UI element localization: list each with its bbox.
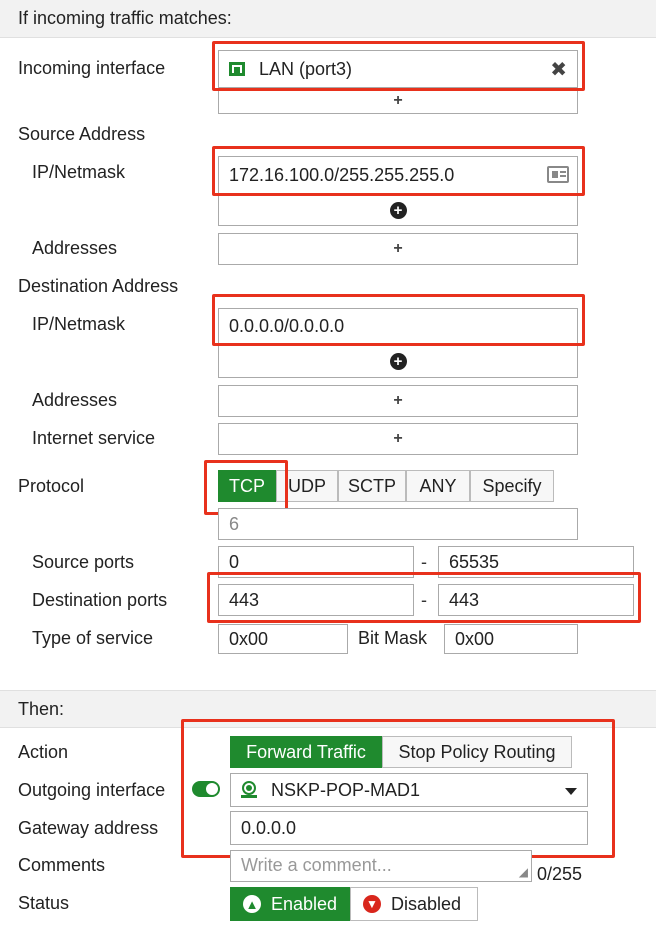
- tunnel-user-icon: [241, 781, 257, 799]
- action-stop-policy-routing[interactable]: Stop Policy Routing: [382, 736, 572, 768]
- arrow-down-circle-icon: ▼: [363, 895, 381, 913]
- protocol-number-input[interactable]: 6: [218, 508, 578, 540]
- bit-mask-input[interactable]: 0x00: [444, 624, 578, 654]
- then-section-title: Then:: [18, 698, 65, 719]
- plus-circle-icon: +: [389, 352, 407, 370]
- destination-addresses-label: Addresses: [32, 390, 118, 410]
- action-forward-traffic[interactable]: Forward Traffic: [230, 736, 382, 768]
- bit-mask-label: Bit Mask: [358, 628, 428, 648]
- address-card-icon[interactable]: [547, 166, 569, 183]
- protocol-label: Protocol: [18, 476, 85, 496]
- comments-textarea[interactable]: Write a comment... ◢: [230, 850, 532, 882]
- source-ipnetmask-label: IP/Netmask: [32, 162, 126, 182]
- destination-address-heading: Destination Address: [18, 276, 179, 296]
- destination-ipnetmask-add-button[interactable]: +: [218, 344, 578, 378]
- source-ports-separator: -: [421, 552, 427, 572]
- outgoing-interface-toggle[interactable]: [192, 781, 220, 797]
- protocol-option-specify[interactable]: Specify: [470, 470, 554, 502]
- status-enabled-button[interactable]: ▲ Enabled: [230, 887, 350, 921]
- comments-counter: 0/255: [537, 864, 583, 884]
- source-ports-label: Source ports: [32, 552, 135, 572]
- source-ipnetmask-add-button[interactable]: +: [218, 194, 578, 226]
- close-icon[interactable]: ✖: [550, 57, 567, 82]
- destination-port-from-input[interactable]: 443: [218, 584, 414, 616]
- protocol-option-sctp[interactable]: SCTP: [338, 470, 406, 502]
- source-addresses-label: Addresses: [32, 238, 118, 258]
- source-port-from-input[interactable]: 0: [218, 546, 414, 578]
- source-ipnetmask-input[interactable]: 172.16.100.0/255.255.255.0: [218, 156, 578, 194]
- incoming-interface-value: LAN (port3): [259, 58, 353, 79]
- destination-ipnetmask-label: IP/Netmask: [32, 314, 126, 334]
- protocol-option-udp[interactable]: UDP: [276, 470, 338, 502]
- type-of-service-label: Type of service: [32, 628, 154, 648]
- arrow-up-circle-icon: ▲: [243, 895, 261, 913]
- destination-ports-label: Destination ports: [32, 590, 168, 610]
- match-section-title: If incoming traffic matches:: [18, 8, 232, 28]
- then-section-header: Then:: [0, 690, 656, 728]
- outgoing-interface-label: Outgoing interface: [18, 780, 166, 800]
- protocol-option-any[interactable]: ANY: [406, 470, 470, 502]
- gateway-address-label: Gateway address: [18, 818, 159, 838]
- destination-addresses-add-button[interactable]: +: [218, 385, 578, 417]
- internet-service-add-button[interactable]: +: [218, 423, 578, 455]
- destination-port-to-input[interactable]: 443: [438, 584, 634, 616]
- comments-label: Comments: [18, 855, 106, 875]
- chevron-down-icon[interactable]: [565, 788, 577, 795]
- action-label: Action: [18, 742, 69, 762]
- outgoing-interface-select[interactable]: NSKP-POP-MAD1: [230, 773, 588, 807]
- destination-ipnetmask-value: 0.0.0.0/0.0.0.0: [229, 315, 345, 336]
- plus-circle-icon: +: [389, 201, 407, 219]
- gateway-address-input[interactable]: 0.0.0.0: [230, 811, 588, 845]
- protocol-option-tcp[interactable]: TCP: [218, 470, 276, 502]
- incoming-interface-label: Incoming interface: [18, 58, 166, 78]
- source-addresses-add-button[interactable]: +: [218, 233, 578, 265]
- resize-handle-icon[interactable]: ◢: [519, 865, 528, 879]
- destination-ports-separator: -: [421, 590, 427, 610]
- source-ipnetmask-value: 172.16.100.0/255.255.255.0: [229, 164, 455, 185]
- incoming-interface-add-button[interactable]: +: [218, 88, 578, 114]
- source-address-heading: Source Address: [18, 124, 146, 144]
- match-section-header: If incoming traffic matches:: [0, 0, 656, 38]
- incoming-interface-field[interactable]: LAN (port3) ✖: [218, 50, 578, 88]
- type-of-service-input[interactable]: 0x00: [218, 624, 348, 654]
- status-label: Status: [18, 893, 70, 913]
- internet-service-label: Internet service: [32, 428, 156, 448]
- destination-ipnetmask-input[interactable]: 0.0.0.0/0.0.0.0: [218, 308, 578, 344]
- source-port-to-input[interactable]: 65535: [438, 546, 634, 578]
- status-disabled-button[interactable]: ▼ Disabled: [350, 887, 478, 921]
- outgoing-interface-value: NSKP-POP-MAD1: [271, 779, 421, 800]
- network-port-icon: [229, 62, 245, 76]
